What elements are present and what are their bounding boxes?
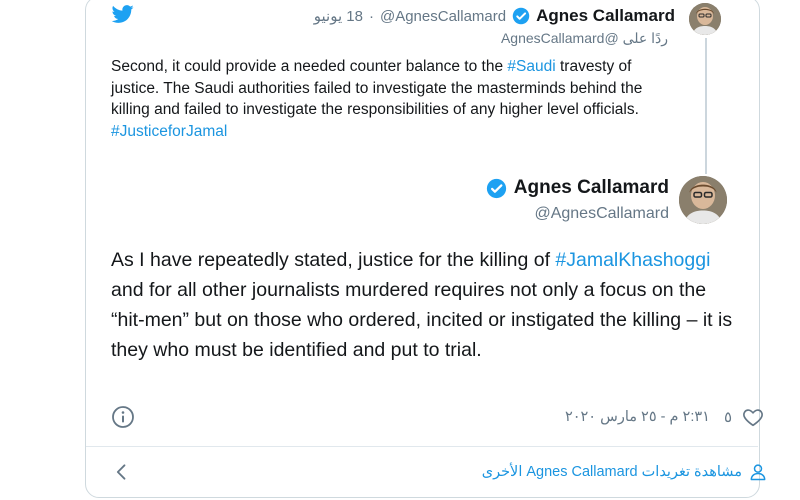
hashtag-jamalkhashoggi-link[interactable]: #JamalKhashoggi: [555, 249, 710, 271]
parent-tweet-header: Agnes Callamard @AgnesCallamard · 18 يون…: [314, 4, 675, 28]
main-author-name[interactable]: Agnes Callamard: [514, 177, 669, 199]
twitter-bird-icon[interactable]: [111, 3, 135, 25]
info-icon[interactable]: [111, 405, 135, 429]
hashtag-justiceforjamal-link[interactable]: #JusticeforJamal: [111, 123, 227, 140]
main-tweet-text: As I have repeatedly stated, justice for…: [111, 245, 741, 365]
main-author-avatar[interactable]: [679, 176, 727, 224]
main-author-handle[interactable]: @AgnesCallamard: [534, 205, 669, 223]
like-count: ٥: [723, 409, 732, 426]
meta-separator: ·: [368, 7, 374, 25]
parent-tweet-text: Second, it could provide a needed counte…: [111, 56, 681, 142]
heart-icon[interactable]: [742, 406, 764, 428]
verified-badge-icon: [512, 7, 530, 25]
parent-author-name[interactable]: Agnes Callamard: [536, 6, 675, 26]
hashtag-saudi-link[interactable]: #Saudi: [507, 58, 555, 75]
avatar-photo: [679, 176, 727, 224]
main-author-name-row: Agnes Callamard: [486, 177, 669, 199]
footer-divider: [86, 446, 758, 447]
reply-to-line: ردًا على @AgnesCallamard: [501, 30, 668, 47]
avatar-photo: [689, 3, 721, 35]
person-icon: [750, 464, 766, 481]
tweet-meta-row: ٥ ٢:٣١ م - ٢٥ مارس ٢٠٢٠: [565, 405, 764, 429]
thread-connector-line: [705, 38, 707, 174]
parent-text-part-1: Second, it could provide a needed counte…: [111, 58, 508, 75]
view-more-tweets-link[interactable]: مشاهدة تغريدات Agnes Callamard الأخرى: [482, 461, 768, 483]
verified-badge-icon: [486, 178, 506, 198]
main-text-part-2: and for all other journalists murdered r…: [111, 279, 733, 361]
view-more-tweets-label: مشاهدة تغريدات Agnes Callamard الأخرى: [481, 464, 742, 480]
main-text-part-1: As I have repeatedly stated, justice for…: [111, 249, 556, 271]
tweet-timestamp[interactable]: ٢:٣١ م - ٢٥ مارس ٢٠٢٠: [565, 409, 710, 425]
reply-prefix: ردًا على: [622, 30, 668, 46]
parent-author-avatar[interactable]: [689, 3, 721, 35]
parent-author-handle[interactable]: @AgnesCallamard: [380, 8, 506, 25]
chevron-left-icon[interactable]: [112, 462, 132, 482]
reply-mention-link[interactable]: @AgnesCallamard: [501, 30, 619, 46]
parent-tweet-time[interactable]: 18 يونيو: [314, 7, 363, 25]
